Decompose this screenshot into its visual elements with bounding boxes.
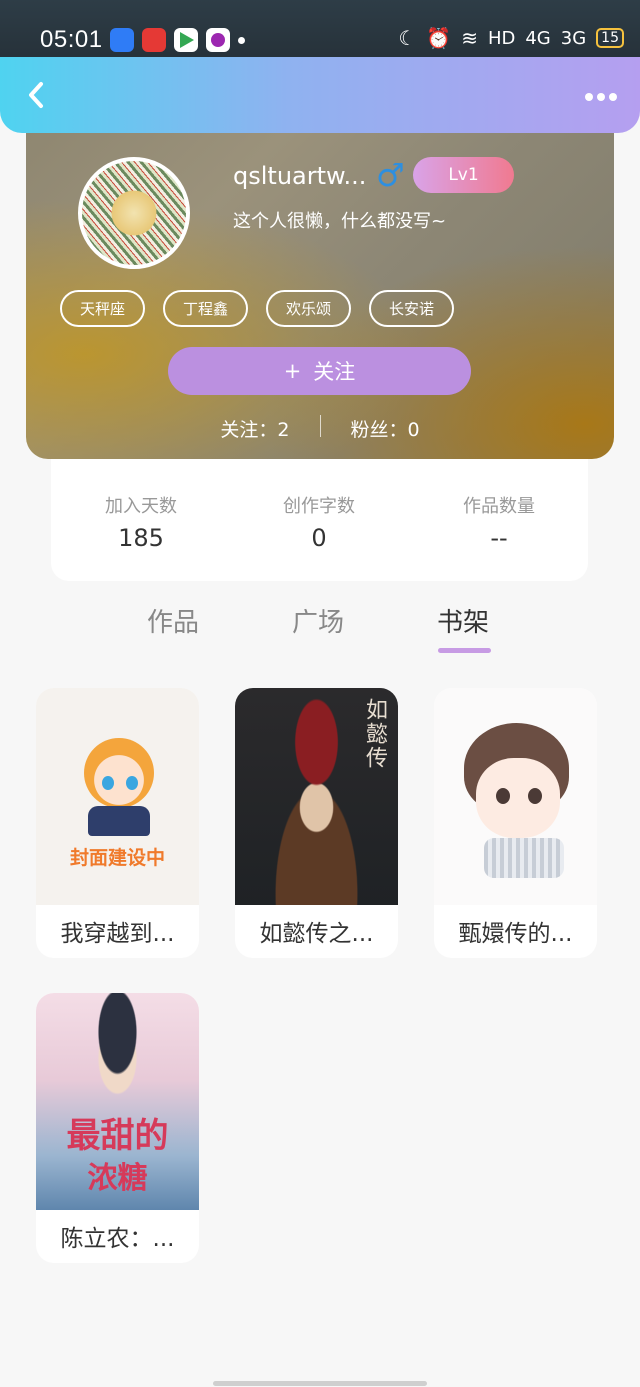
signal-4g-label: 4G [525, 27, 551, 49]
follow-stats: 关注：2 粉丝：0 [26, 415, 614, 442]
tag-item[interactable]: 丁程鑫 [163, 290, 249, 327]
more-button[interactable] [584, 81, 618, 105]
illustration-eye [102, 776, 114, 790]
book-card[interactable]: 如懿传 如懿传之... [235, 688, 398, 958]
tag-item[interactable]: 欢乐颂 [266, 290, 352, 327]
status-time: 05:01 [40, 26, 103, 53]
book-cover: 如懿传 [235, 688, 398, 905]
signal-3g-label: 3G [560, 27, 587, 49]
book-card[interactable]: 甄嬛传的... [434, 688, 597, 958]
works-stat: 作品数量 -- [409, 492, 589, 552]
active-tab-indicator [438, 648, 491, 653]
following-count[interactable]: 关注：2 [220, 415, 289, 442]
header-bar [0, 57, 640, 133]
follow-button-label: 关注 [313, 360, 356, 384]
join-days-value: 185 [118, 524, 164, 552]
cover-subtitle-text: 浓糖 [87, 1161, 148, 1196]
chevron-left-icon [29, 82, 43, 108]
book-cover [434, 688, 597, 905]
more-notifications-dot-icon [238, 36, 245, 44]
book-title: 甄嬛传的... [458, 921, 573, 947]
profile-card: qsltuartw... ♂ Lv1 这个人很懒，什么都没写~ 天秤座 丁程鑫 … [26, 110, 614, 459]
cover-title-text: 最甜的 [66, 1116, 169, 1156]
level-badge: Lv1 [413, 157, 514, 193]
illustration-eye [496, 788, 510, 804]
network-hd-label: HD [487, 27, 516, 49]
book-card[interactable]: 最甜的 浓糖 陈立农：... [36, 993, 199, 1263]
illustration-body [88, 806, 150, 836]
stats-card: 加入天数 185 创作字数 0 作品数量 -- [51, 440, 588, 581]
works-value: -- [490, 524, 508, 552]
bio-text: 这个人很懒，什么都没写~ [233, 211, 447, 232]
more-horizontal-icon [585, 93, 617, 101]
purple-app-icon [206, 28, 230, 52]
battery-icon: 15 [596, 28, 624, 48]
words-label: 创作字数 [283, 496, 355, 517]
illustration-eye [126, 776, 138, 790]
book-cover: 最甜的 浓糖 [36, 993, 199, 1210]
wifi-icon: ≋ [461, 26, 478, 50]
join-days-stat: 加入天数 185 [51, 492, 231, 552]
book-title: 我穿越到... [60, 921, 175, 947]
alarm-icon: ⏰ [426, 26, 452, 50]
status-indicators: ☾ ⏰ ≋ HD 4G 3G 15 [398, 27, 624, 49]
avatar[interactable] [78, 157, 190, 269]
tag-item[interactable]: 长安诺 [369, 290, 455, 327]
tab-bookshelf[interactable]: 书架 [437, 602, 489, 639]
divider [319, 415, 321, 437]
works-label: 作品数量 [463, 496, 535, 517]
follow-button[interactable]: + 关注 [168, 347, 471, 395]
book-card[interactable]: 封面建设中 我穿越到... [36, 688, 199, 958]
tab-square[interactable]: 广场 [292, 602, 344, 639]
red-app-icon [142, 28, 166, 52]
moon-icon: ☾ [398, 26, 417, 50]
book-title: 陈立农：... [60, 1226, 175, 1252]
illustration-eye [528, 788, 542, 804]
tag-list: 天秤座 丁程鑫 欢乐颂 长安诺 [60, 290, 455, 327]
tag-item[interactable]: 天秤座 [60, 290, 146, 327]
words-value: 0 [311, 524, 327, 552]
back-button[interactable] [20, 77, 52, 113]
home-indicator[interactable] [213, 1381, 427, 1386]
play-store-icon [174, 28, 198, 52]
book-cover: 封面建设中 [36, 688, 199, 905]
status-bar: 05:01 ☾ ⏰ ≋ HD 4G 3G 15 [0, 0, 640, 60]
cover-title-text: 如懿传 [362, 698, 387, 770]
cartoon-girl-illustration [84, 738, 154, 808]
notification-icons [110, 28, 245, 52]
android-app-icon [110, 28, 134, 52]
join-days-label: 加入天数 [105, 496, 177, 517]
followers-count[interactable]: 粉丝：0 [351, 415, 420, 442]
book-title: 如懿传之... [259, 921, 374, 947]
male-icon: ♂ [376, 156, 405, 194]
username: qsltuartw... [233, 162, 367, 190]
illustration-face [476, 758, 560, 838]
tab-bar: 作品 广场 书架 [0, 602, 640, 658]
tab-works[interactable]: 作品 [147, 602, 199, 639]
illustration-shirt [484, 838, 564, 878]
words-stat: 创作字数 0 [229, 492, 409, 552]
plus-icon: + [283, 359, 302, 383]
cover-placeholder-text: 封面建设中 [69, 847, 165, 869]
